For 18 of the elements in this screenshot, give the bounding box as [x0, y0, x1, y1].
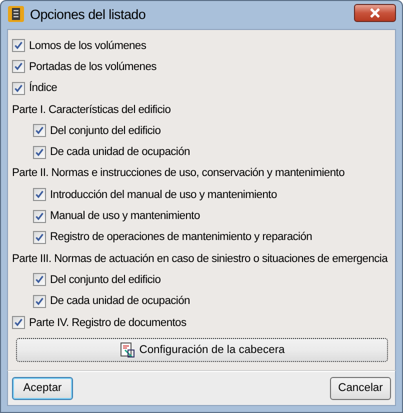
section-heading: Parte III. Normas de actuación en caso de siniestro o situaciones de emergencia: [12, 252, 388, 265]
section-heading: Parte II. Normas e instrucciones de uso, conservación y mantenimiento: [12, 167, 344, 180]
checkbox-label: Parte IV. Registro de documentos: [29, 316, 186, 328]
header-settings-button[interactable]: Configuración de la cabecera: [16, 338, 388, 362]
window-title: Opciones del listado: [30, 6, 147, 22]
dialog-button[interactable]: Aceptar: [12, 376, 73, 400]
checkbox-label: Portadas de los volúmenes: [29, 60, 156, 73]
checkbox-label: Índice: [29, 82, 58, 94]
checkbox-label: De cada unidad de ocupación: [50, 295, 190, 308]
checkbox-label: Del conjunto del edificio: [50, 124, 161, 137]
checkbox-label: Del conjunto del edificio: [50, 274, 161, 286]
section-heading: Parte I. Características del edificio: [12, 104, 171, 116]
checkbox-label: Introducción del manual de uso y mantenimiento: [50, 188, 277, 201]
checkbox-label: De cada unidad de ocupación: [50, 146, 190, 158]
checkbox-label: Manual de uso y mantenimiento: [50, 210, 200, 222]
checkbox-label: Registro de operaciones de mantenimiento y reparación: [50, 231, 312, 244]
checkbox-label: Lomos de los volúmenes: [29, 40, 146, 52]
dialog-button[interactable]: Cancelar: [330, 376, 391, 400]
